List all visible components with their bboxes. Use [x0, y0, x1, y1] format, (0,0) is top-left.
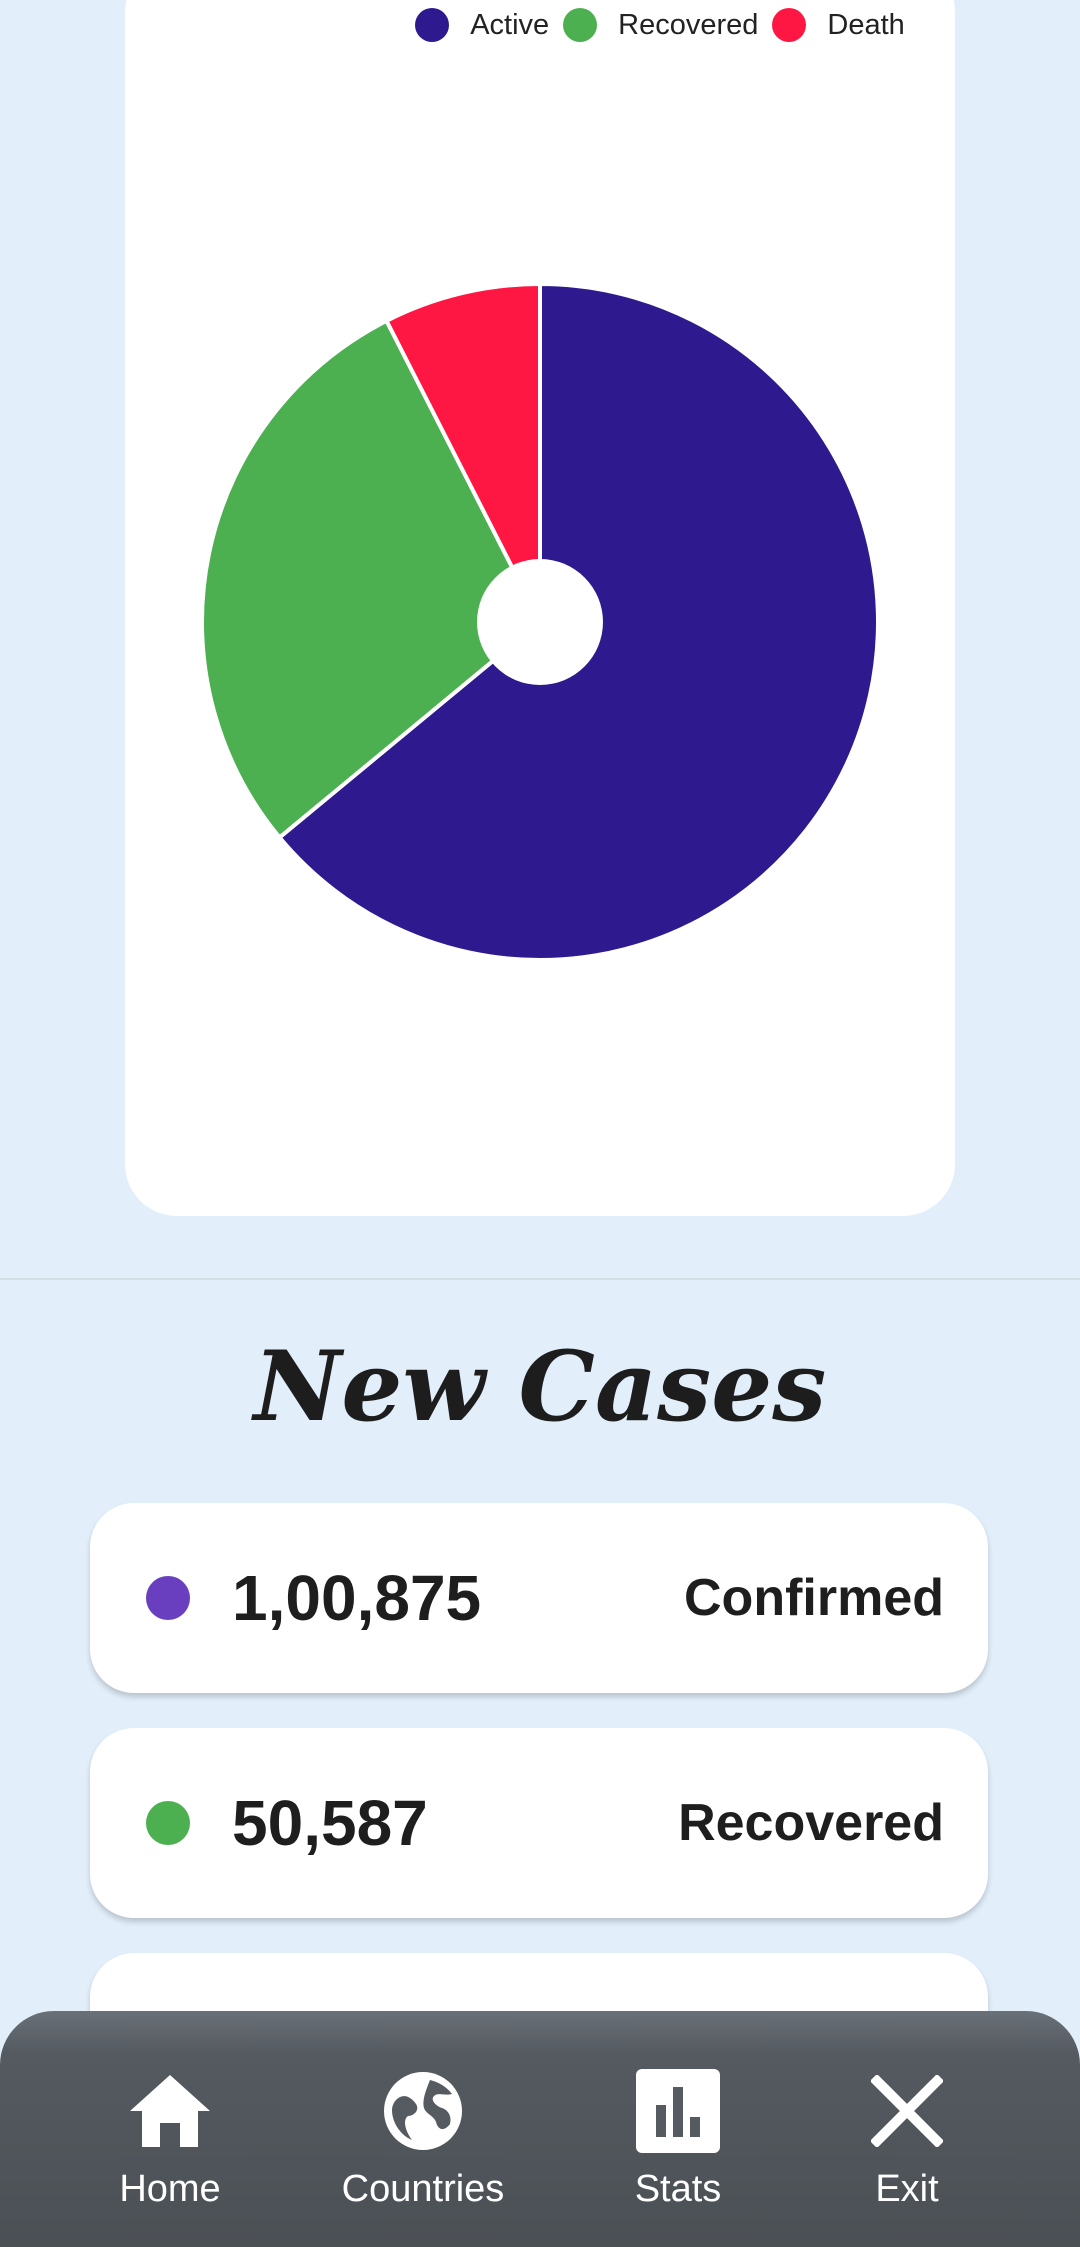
stat-card-recovered[interactable]: 50,587 Recovered — [90, 1728, 988, 1918]
new-cases-title: New Cases — [253, 1330, 827, 1443]
home-icon — [125, 2066, 215, 2156]
nav-label: Stats — [634, 2168, 722, 2210]
pie-center-hole — [477, 559, 603, 685]
bottom-navigation: Home Countries Stats Exit — [0, 2011, 1080, 2247]
stat-card-confirmed[interactable]: 1,00,875 Confirmed — [90, 1503, 988, 1693]
status-dot — [146, 1801, 190, 1845]
nav-label: Countries — [341, 2168, 505, 2210]
stat-label: Recovered — [678, 1794, 944, 1852]
pie-chart — [200, 281, 880, 962]
nav-item-countries[interactable]: Countries — [313, 2066, 533, 2211]
stat-value: 1,00,875 — [232, 1562, 482, 1634]
globe-icon — [378, 2066, 468, 2156]
nav-label: Exit — [875, 2168, 939, 2210]
stat-value: 50,587 — [232, 1787, 428, 1859]
nav-item-home[interactable]: Home — [60, 2066, 280, 2211]
close-icon — [862, 2066, 952, 2156]
status-dot — [146, 1576, 190, 1620]
stat-label: Confirmed — [684, 1569, 944, 1627]
section-divider — [0, 1278, 1080, 1280]
bar-chart-icon — [633, 2066, 723, 2156]
nav-item-stats[interactable]: Stats — [568, 2066, 788, 2211]
nav-item-exit[interactable]: Exit — [797, 2066, 1017, 2211]
nav-label: Home — [119, 2168, 221, 2210]
